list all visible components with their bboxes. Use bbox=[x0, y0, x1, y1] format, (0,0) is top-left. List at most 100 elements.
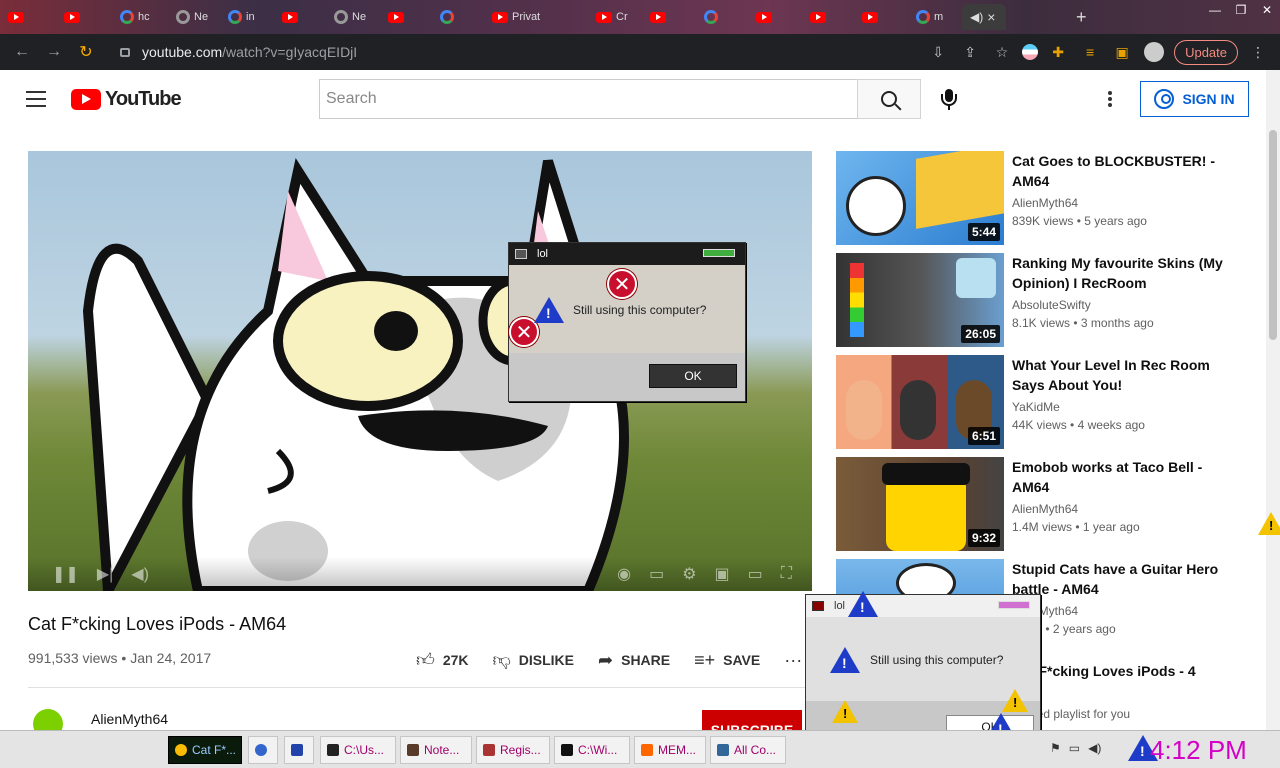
new-tab-button[interactable]: + bbox=[1068, 4, 1098, 30]
page-scrollbar[interactable] bbox=[1266, 70, 1280, 730]
browser-tab[interactable] bbox=[748, 4, 800, 30]
like-button[interactable]: 👍︎ 27K bbox=[416, 649, 469, 671]
minimize-icon[interactable]: — bbox=[1202, 0, 1228, 20]
browser-tab[interactable]: Privat bbox=[484, 4, 584, 30]
warning-icon bbox=[534, 297, 564, 323]
address-bar[interactable]: youtube.com/watch?v=gIyacqEIDjI bbox=[110, 38, 920, 66]
browser-tab[interactable]: Cr bbox=[588, 4, 640, 30]
related-video-item[interactable]: 6:51 What Your Level In Rec Room Says Ab… bbox=[836, 355, 1236, 449]
share-button[interactable]: ➦ SHARE bbox=[598, 650, 670, 671]
browser-tab[interactable] bbox=[432, 4, 484, 30]
browser-tab[interactable]: hc bbox=[112, 4, 164, 30]
update-button[interactable]: Update bbox=[1174, 39, 1238, 65]
video-thumbnail[interactable]: 9:32 bbox=[836, 457, 1004, 551]
close-window-icon[interactable]: ✕ bbox=[1254, 0, 1280, 20]
fake-dialog: lol Still using this computer? OK bbox=[805, 591, 1041, 750]
media-queue-icon[interactable]: ≡ bbox=[1078, 40, 1102, 64]
ok-button[interactable]: OK bbox=[649, 364, 737, 388]
forward-arrow-icon[interactable]: → bbox=[38, 43, 70, 61]
related-video-title: What Your Level In Rec Room Says About Y… bbox=[1012, 357, 1210, 393]
extensions-puzzle-icon[interactable]: ✚ bbox=[1046, 40, 1070, 64]
related-channel: AlienMyth64 bbox=[1012, 502, 1079, 516]
browser-tab[interactable] bbox=[802, 4, 854, 30]
related-stats: 1.4M views • 1 year ago bbox=[1012, 520, 1140, 534]
restore-icon[interactable]: ❐ bbox=[1228, 0, 1254, 20]
youtube-favicon-icon bbox=[282, 11, 298, 23]
pause-icon[interactable]: ❚❚ bbox=[52, 564, 79, 584]
network-icon[interactable]: ⚑ bbox=[1050, 741, 1061, 755]
taskbar-item-regedit[interactable]: Regis... bbox=[476, 736, 550, 764]
warning-icon bbox=[830, 647, 860, 673]
browser-tab[interactable]: m bbox=[908, 4, 960, 30]
youtube-logo[interactable]: YouTube bbox=[71, 88, 182, 111]
display-icon[interactable]: ▭ bbox=[1069, 741, 1080, 755]
save-button[interactable]: ≡+ SAVE bbox=[694, 650, 760, 671]
video-thumbnail[interactable]: 5:44 bbox=[836, 151, 1004, 245]
theater-mode-icon[interactable]: ▭ bbox=[748, 564, 763, 584]
search-button[interactable] bbox=[857, 79, 921, 119]
taskbar-item-explorer[interactable]: C:\Us... bbox=[320, 736, 396, 764]
more-actions-button[interactable]: ··· bbox=[784, 650, 802, 671]
next-icon[interactable]: ▶| bbox=[97, 564, 113, 584]
sign-in-button[interactable]: SIGN IN bbox=[1140, 81, 1249, 117]
search-input[interactable]: Search bbox=[319, 79, 858, 119]
dislike-button[interactable]: 👎︎ DISLIKE bbox=[493, 649, 575, 671]
related-video-title: Ranking My favourite Skins (My Opinion) … bbox=[1012, 255, 1223, 291]
related-video-item[interactable]: 26:05 Ranking My favourite Skins (My Opi… bbox=[836, 253, 1236, 347]
browser-tab-active[interactable]: ◀) × bbox=[962, 4, 1006, 30]
tab-close-icon[interactable]: × bbox=[987, 9, 995, 25]
settings-gear-icon[interactable]: ⚙ bbox=[682, 564, 696, 584]
browser-toolbar: ← → ↻ youtube.com/watch?v=gIyacqEIDjI ⇩ … bbox=[0, 34, 1280, 70]
hamburger-menu-icon[interactable] bbox=[26, 91, 46, 107]
microphone-icon[interactable] bbox=[940, 89, 958, 111]
youtube-favicon-icon bbox=[810, 11, 826, 23]
browser-tab[interactable] bbox=[274, 4, 326, 30]
volume-icon[interactable]: ◀) bbox=[131, 564, 149, 584]
browser-tab[interactable]: Ne bbox=[326, 4, 378, 30]
browser-tab[interactable] bbox=[854, 4, 906, 30]
video-thumbnail[interactable]: 26:05 bbox=[836, 253, 1004, 347]
channel-name[interactable]: AlienMyth64 bbox=[91, 711, 168, 727]
subtitles-icon[interactable]: ▭ bbox=[649, 564, 664, 584]
browser-tab[interactable]: in bbox=[220, 4, 272, 30]
browser-tab[interactable] bbox=[696, 4, 748, 30]
browser-tab[interactable] bbox=[380, 4, 432, 30]
taskbar-item-mem[interactable]: MEM... bbox=[634, 736, 706, 764]
taskbar-item-app[interactable] bbox=[284, 736, 314, 764]
reload-icon[interactable]: ↻ bbox=[70, 42, 102, 62]
profile-avatar-icon[interactable] bbox=[1142, 40, 1166, 64]
side-panel-icon[interactable]: ▣ bbox=[1110, 40, 1134, 64]
taskbar-clock[interactable]: 4:12 PM bbox=[1150, 735, 1247, 766]
error-icon: ✕ bbox=[607, 269, 637, 299]
bookmark-star-icon[interactable]: ☆ bbox=[990, 40, 1014, 64]
speaker-tray-icon[interactable]: ◀) bbox=[1088, 741, 1101, 755]
browser-menu-icon[interactable]: ⋮ bbox=[1246, 40, 1270, 64]
miniplayer-icon[interactable]: ▣ bbox=[715, 564, 730, 584]
google-favicon-icon bbox=[704, 10, 718, 24]
google-favicon-icon bbox=[916, 10, 930, 24]
browser-tab[interactable] bbox=[56, 4, 108, 30]
fullscreen-icon[interactable]: ⛶ bbox=[781, 565, 792, 583]
share-icon[interactable]: ⇪ bbox=[958, 40, 982, 64]
browser-tab[interactable]: Ne bbox=[168, 4, 220, 30]
youtube-favicon-icon bbox=[388, 11, 404, 23]
taskbar-item-chrome[interactable]: Cat F*... bbox=[168, 736, 242, 764]
browser-tab[interactable] bbox=[642, 4, 694, 30]
related-stats: 44K views • 4 weeks ago bbox=[1012, 418, 1145, 432]
taskbar-item-notepad[interactable]: Note... bbox=[400, 736, 472, 764]
related-video-item[interactable]: 9:32 Emobob works at Taco Bell - AM64 Al… bbox=[836, 457, 1236, 551]
search-icon bbox=[881, 91, 897, 107]
autoplay-toggle-icon[interactable]: ◉ bbox=[617, 564, 631, 584]
back-arrow-icon[interactable]: ← bbox=[6, 43, 38, 61]
flag-icon[interactable] bbox=[1022, 40, 1039, 64]
scrollbar-thumb[interactable] bbox=[1269, 130, 1277, 340]
taskbar-item-firefox[interactable] bbox=[248, 736, 278, 764]
taskbar-item-cmd[interactable]: C:\Wi... bbox=[554, 736, 630, 764]
install-icon[interactable]: ⇩ bbox=[926, 40, 950, 64]
youtube-header: YouTube Search SIGN IN bbox=[0, 70, 1266, 128]
taskbar-item-control-panel[interactable]: All Co... bbox=[710, 736, 786, 764]
settings-menu-icon[interactable] bbox=[1108, 91, 1112, 107]
related-video-item[interactable]: 5:44 Cat Goes to BLOCKBUSTER! - AM64 Ali… bbox=[836, 151, 1236, 245]
browser-tab[interactable] bbox=[0, 4, 52, 30]
video-thumbnail[interactable]: 6:51 bbox=[836, 355, 1004, 449]
